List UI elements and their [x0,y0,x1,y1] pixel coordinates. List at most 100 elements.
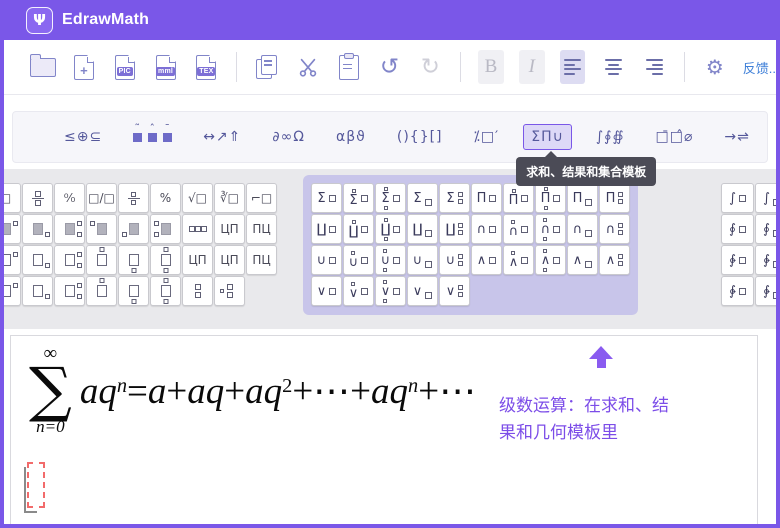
align-right-button[interactable] [641,50,667,84]
category-relations[interactable]: ≤⊕⊆ [57,124,109,150]
category-arrows[interactable]: ↔↗⇑ [196,124,248,150]
palette-cell[interactable]: % [150,183,181,213]
palette-cell[interactable]: ∪ [343,245,374,275]
palette-cell[interactable]: √□ [182,183,213,213]
palette-cell[interactable]: Π [471,183,502,213]
palette-cell[interactable] [214,276,245,306]
bold-button[interactable]: B [478,50,504,84]
palette-cell[interactable]: ∧ [567,245,598,275]
palette-cell[interactable]: □ [4,183,21,213]
palette-cell[interactable] [22,214,53,244]
copy-icon[interactable] [254,50,280,84]
palette-cell[interactable] [150,214,181,244]
paste-icon[interactable] [336,50,362,84]
palette-cell[interactable] [22,276,53,306]
palette-cell[interactable]: ∫ [755,183,776,213]
palette-cell[interactable] [4,214,21,244]
cut-icon[interactable] [295,50,321,84]
palette-cell[interactable]: ∮ [755,214,776,244]
palette-cell[interactable]: ЦП [214,245,245,275]
palette-cell[interactable]: ∧ [535,245,566,275]
palette-cell[interactable]: Σ [407,183,438,213]
palette-cell[interactable] [118,276,149,306]
palette-cell[interactable]: Σ [343,183,374,213]
palette-cell[interactable]: ∳ [721,276,754,306]
open-file-icon[interactable] [30,50,56,84]
palette-cell[interactable] [86,214,117,244]
category-labeled-arrows[interactable]: →⇌ [717,124,756,150]
palette-cell[interactable]: ∲ [721,245,754,275]
palette-cell[interactable]: ∩ [535,214,566,244]
palette-cell[interactable] [118,214,149,244]
palette-cell[interactable]: Π [535,183,566,213]
equation-canvas[interactable]: ∞ ∑ n=0 aqn=a+aq+aq2+⋯+aqn+⋯ 级数运算：在求和、结 … [10,335,758,525]
palette-cell[interactable]: Σ [439,183,470,213]
category-brackets[interactable]: (){}[] [390,124,450,150]
export-latex-icon[interactable]: TEX [193,50,219,84]
palette-cell[interactable]: Σ [311,183,342,213]
palette-cell[interactable]: ∨ [407,276,438,306]
palette-cell[interactable]: ∫ [721,183,754,213]
palette-cell[interactable]: Π [503,183,534,213]
category-integrals[interactable]: ∫∮∯ [589,124,632,150]
palette-cell[interactable]: ∮ [721,214,754,244]
palette-cell[interactable] [4,245,21,275]
export-mathml-icon[interactable]: mml [153,50,179,84]
palette-cell[interactable]: ∳ [755,276,776,306]
palette-cell[interactable]: Π [567,183,598,213]
palette-cell[interactable]: ∩ [471,214,502,244]
insertion-placeholder[interactable] [27,462,45,508]
palette-cell[interactable]: ∪ [375,245,406,275]
palette-cell[interactable] [4,276,21,306]
italic-button[interactable]: I [519,50,545,84]
export-image-icon[interactable]: PIC [112,50,138,84]
category-greek-letters[interactable]: αβϑ [329,124,373,150]
palette-cell[interactable] [150,245,181,275]
align-left-button[interactable] [560,50,586,84]
palette-cell[interactable]: ∛□ [214,183,245,213]
palette-cell[interactable]: Σ [375,183,406,213]
palette-cell[interactable] [118,245,149,275]
palette-cell[interactable]: ∩ [599,214,630,244]
palette-cell[interactable]: ЦП [214,214,245,244]
palette-cell[interactable]: ∨ [343,276,374,306]
category-misc-symbols[interactable]: ∂∞Ω [265,124,312,150]
palette-cell[interactable]: ⌐□ [246,183,277,213]
category-accents[interactable]: ˜ˆˉ [126,128,179,147]
palette-cell[interactable]: ∐ [439,214,470,244]
palette-cell[interactable]: ∐ [343,214,374,244]
palette-cell[interactable] [54,245,85,275]
palette-cell[interactable]: ПЦ [246,245,277,275]
palette-cell[interactable]: ∨ [375,276,406,306]
palette-cell[interactable]: □/□ [86,183,117,213]
align-center-button[interactable] [600,50,626,84]
palette-cell[interactable]: ∩ [503,214,534,244]
palette-cell[interactable]: ∧ [599,245,630,275]
palette-cell[interactable] [118,183,149,213]
category-fractions-scripts[interactable]: ⁒□′ [467,124,507,150]
palette-cell[interactable]: ПЦ [246,214,277,244]
palette-cell[interactable] [182,276,213,306]
palette-cell[interactable]: ∨ [311,276,342,306]
palette-cell[interactable] [86,276,117,306]
feedback-link[interactable]: 反馈.. [743,58,776,77]
palette-cell[interactable] [54,276,85,306]
new-document-icon[interactable]: + [71,50,97,84]
palette-cell[interactable]: ∧ [503,245,534,275]
palette-cell[interactable]: ∲ [755,245,776,275]
category-bars-slashes[interactable]: □̄□̂⌀ [649,124,701,150]
palette-cell[interactable] [22,245,53,275]
palette-cell[interactable]: Π [599,183,630,213]
equation[interactable]: ∞ ∑ n=0 aqn=a+aq+aq2+⋯+aqn+⋯ [29,344,476,437]
palette-cell[interactable] [150,276,181,306]
palette-cell[interactable]: ∪ [407,245,438,275]
category-matrix-templates[interactable] [774,123,780,152]
palette-cell[interactable]: ⁰⁄₀ [54,183,85,213]
palette-cell[interactable]: ЦП [182,245,213,275]
palette-cell[interactable]: ∐ [375,214,406,244]
palette-cell[interactable]: ∧ [471,245,502,275]
palette-cell[interactable]: ∩ [567,214,598,244]
category-sum-product-set[interactable]: ΣΠ∪求和、结果和集合模板 [523,124,572,150]
undo-icon[interactable]: ↺ [377,50,403,84]
palette-cell[interactable]: ∐ [407,214,438,244]
